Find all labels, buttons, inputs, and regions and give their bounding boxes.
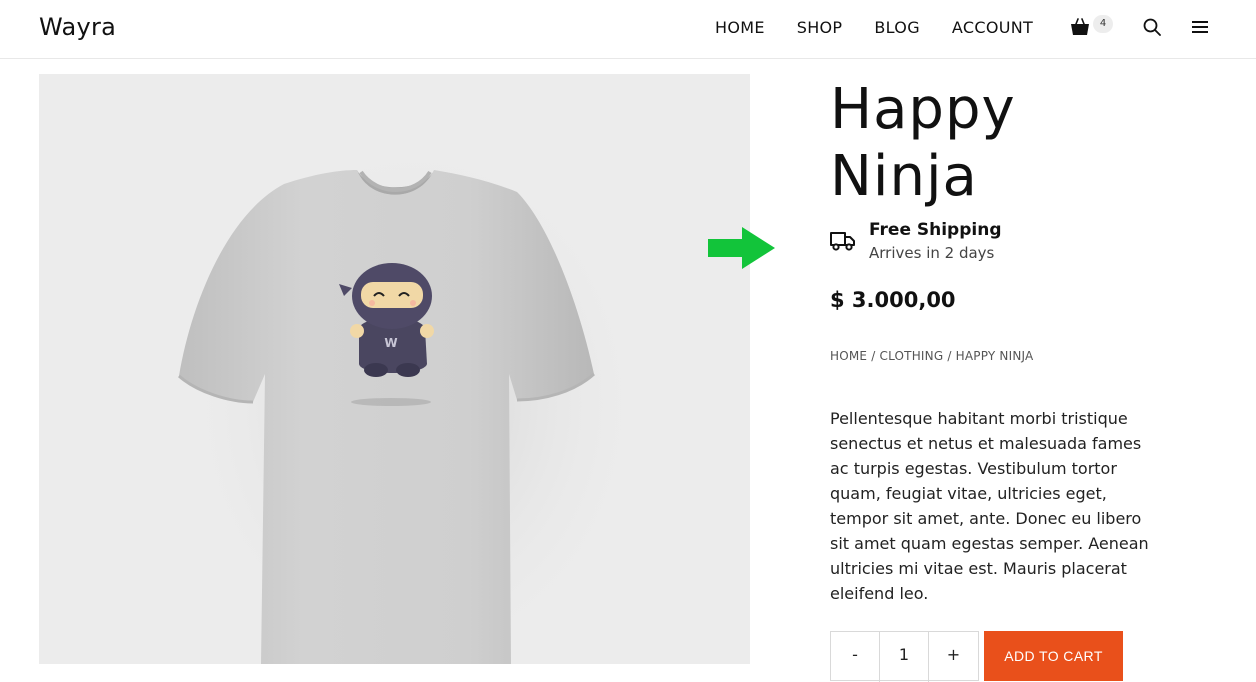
breadcrumb-separator: /	[867, 349, 880, 363]
breadcrumb-separator: /	[943, 349, 956, 363]
main-nav: HOME SHOP BLOG ACCOUNT	[715, 18, 1065, 37]
breadcrumb-current: HAPPY NINJA	[955, 349, 1034, 363]
shopping-basket-icon	[1071, 18, 1089, 35]
quantity-increase-button[interactable]: +	[929, 632, 978, 682]
add-to-cart-button[interactable]: ADD TO CART	[984, 631, 1123, 681]
tshirt-image: W	[174, 124, 654, 664]
search-icon	[1143, 18, 1161, 36]
breadcrumb: HOME / CLOTHING / HAPPY NINJA	[830, 349, 1033, 363]
product-description: Pellentesque habitant morbi tristique se…	[830, 409, 1149, 603]
search-button[interactable]	[1143, 18, 1161, 36]
quantity-input[interactable]: 1	[880, 632, 929, 682]
quantity-decrease-button[interactable]: -	[831, 632, 880, 682]
cart-count-badge: 4	[1093, 15, 1113, 33]
shipping-title: Free Shipping	[869, 220, 1002, 240]
breadcrumb-clothing[interactable]: CLOTHING	[880, 349, 944, 363]
site-header: Wayra HOME SHOP BLOG ACCOUNT 4	[0, 0, 1256, 59]
breadcrumb-home[interactable]: HOME	[830, 349, 867, 363]
nav-home[interactable]: HOME	[715, 18, 765, 37]
hamburger-menu-icon	[1192, 21, 1208, 33]
nav-shop[interactable]: SHOP	[797, 18, 843, 37]
product-image[interactable]: W	[39, 74, 750, 664]
green-arrow-icon	[708, 227, 775, 269]
delivery-truck-icon	[830, 232, 855, 251]
product-title: Happy Ninja	[830, 76, 1150, 210]
product-title-line1: Happy	[830, 77, 1016, 142]
product-title-line2: Ninja	[830, 144, 978, 209]
product-price: $ 3.000,00	[830, 288, 956, 312]
site-logo[interactable]: Wayra	[39, 13, 116, 41]
nav-blog[interactable]: BLOG	[874, 18, 920, 37]
ninja-w-logo: W	[384, 336, 397, 350]
menu-button[interactable]	[1191, 19, 1209, 35]
cart-button[interactable]: 4	[1070, 15, 1114, 40]
nav-account[interactable]: ACCOUNT	[952, 18, 1033, 37]
shipping-subtitle: Arrives in 2 days	[869, 244, 995, 262]
quantity-stepper: - 1 +	[830, 631, 979, 682]
